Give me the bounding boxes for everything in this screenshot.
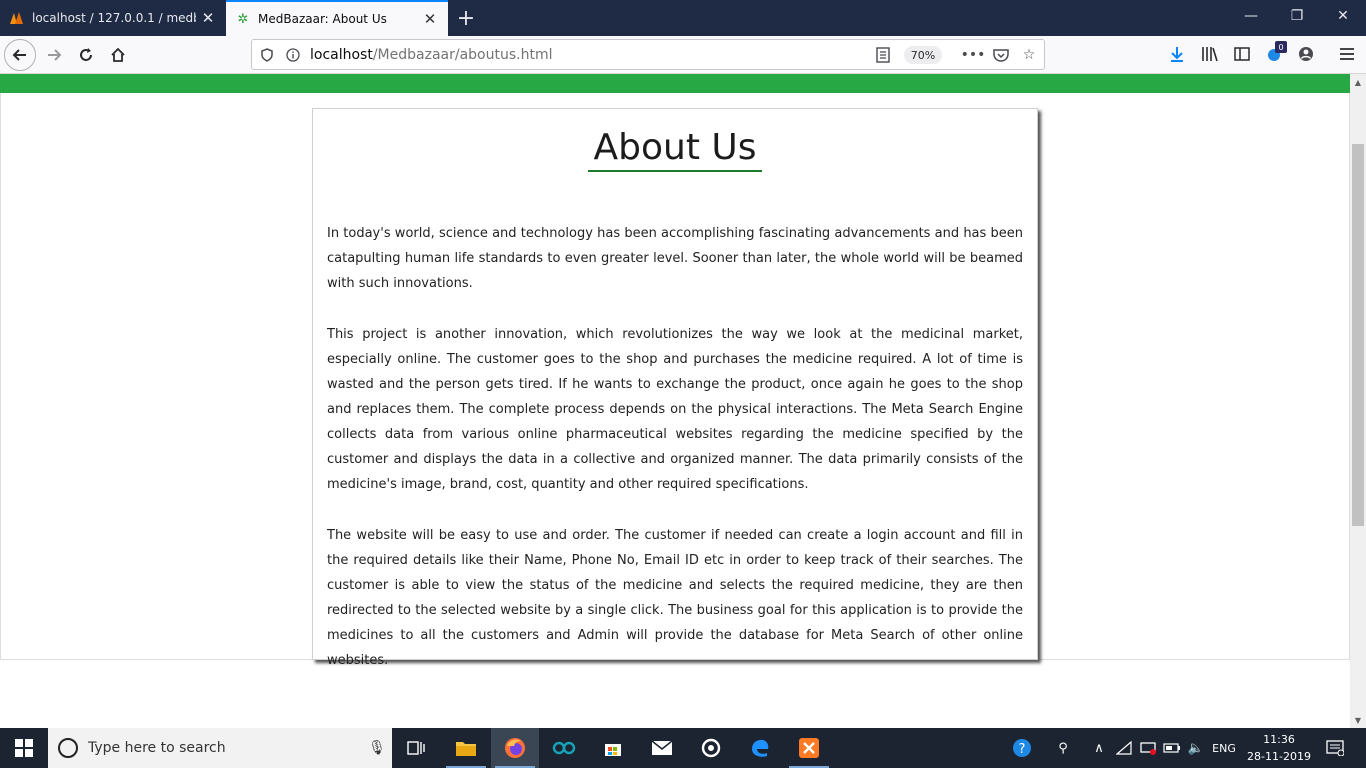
medbazaar-favicon: ✲: [237, 11, 249, 27]
battery-icon[interactable]: [1160, 728, 1184, 768]
close-window-button[interactable]: ✕: [1320, 0, 1366, 32]
scroll-down-arrow-icon[interactable]: ▼: [1350, 712, 1366, 728]
svg-text:?: ?: [1019, 742, 1026, 757]
new-tab-button[interactable]: +: [452, 4, 480, 32]
url-text[interactable]: localhost/Medbazaar/aboutus.html: [310, 47, 553, 63]
xampp-icon[interactable]: [785, 728, 833, 768]
sidebar-icon[interactable]: [1227, 39, 1257, 69]
account-icon[interactable]: [1291, 39, 1321, 69]
about-paragraph-2: This project is another innovation, whic…: [327, 327, 1023, 492]
url-host: localhost: [310, 46, 373, 63]
tab-phpmyadmin[interactable]: localhost / 127.0.0.1 / medbaza ✕: [0, 0, 226, 36]
extension-icon[interactable]: 0: [1259, 39, 1289, 69]
mail-icon[interactable]: [638, 728, 686, 768]
back-arrow-icon: [12, 49, 26, 61]
zoom-level-badge[interactable]: 70%: [904, 46, 942, 64]
windows-logo-icon: [15, 739, 33, 757]
start-button[interactable]: [0, 728, 48, 768]
cortana-icon: [58, 738, 78, 758]
home-button[interactable]: [102, 39, 134, 71]
library-icon[interactable]: [1195, 39, 1225, 69]
minimize-button[interactable]: —: [1228, 0, 1274, 32]
edge-browser-icon[interactable]: [736, 728, 784, 768]
heading-container: About Us: [313, 127, 1037, 172]
green-header-strip: [0, 74, 1350, 93]
arduino-icon[interactable]: [540, 728, 588, 768]
scrollbar-thumb[interactable]: [1352, 144, 1364, 526]
close-icon[interactable]: ✕: [418, 7, 442, 31]
language-indicator[interactable]: ENG: [1208, 728, 1240, 768]
about-card: About Us In today's world, science and t…: [312, 108, 1038, 668]
navigation-toolbar: localhost/Medbazaar/aboutus.html 70% •••…: [0, 36, 1366, 74]
taskbar-search-box[interactable]: Type here to search 🎙: [48, 728, 392, 768]
shield-icon[interactable]: [256, 47, 278, 62]
extension-badge: 0: [1275, 41, 1287, 53]
hamburger-menu-icon[interactable]: [1332, 39, 1362, 69]
system-clock[interactable]: 11:36 28-11-2019: [1244, 728, 1314, 768]
clock-time: 11:36: [1263, 733, 1295, 746]
scroll-up-arrow-icon[interactable]: ▲: [1350, 74, 1366, 90]
page-viewport: About Us In today's world, science and t…: [0, 74, 1350, 728]
tab-label: localhost / 127.0.0.1 / medbaza: [32, 11, 196, 25]
forward-button[interactable]: [38, 39, 70, 71]
reload-button[interactable]: [70, 39, 102, 71]
pocket-icon[interactable]: [990, 44, 1012, 66]
network-icon[interactable]: [1112, 728, 1136, 768]
media-player-icon[interactable]: [687, 728, 735, 768]
people-icon[interactable]: ⚲: [1050, 728, 1076, 768]
notifications-icon[interactable]: [1320, 728, 1350, 768]
url-path: /Medbazaar/aboutus.html: [372, 46, 553, 63]
vertical-scrollbar[interactable]: ▲ ▼: [1350, 74, 1366, 728]
home-icon: [111, 47, 125, 62]
reader-view-icon[interactable]: [872, 44, 894, 66]
browser-titlebar: localhost / 127.0.0.1 / medbaza ✕ ✲ MedB…: [0, 0, 1366, 36]
microsoft-store-icon[interactable]: [589, 728, 637, 768]
about-content: In today's world, science and technology…: [327, 221, 1023, 699]
tab-medbazaar-about[interactable]: ✲ MedBazaar: About Us ✕: [226, 0, 448, 36]
page-title: About Us: [587, 127, 763, 172]
phpmyadmin-sail-icon: [9, 10, 25, 26]
downloads-icon[interactable]: [1162, 39, 1192, 69]
clock-date: 28-11-2019: [1247, 750, 1311, 763]
volume-icon[interactable]: 🔈: [1184, 728, 1208, 768]
task-view-icon[interactable]: [392, 728, 440, 768]
file-explorer-icon[interactable]: [442, 728, 490, 768]
search-placeholder: Type here to search: [88, 740, 226, 756]
windows-taskbar: Type here to search 🎙 ? ⚲ ∧ 🔈 ENG 11:36 …: [0, 728, 1366, 768]
microphone-icon[interactable]: 🎙: [362, 740, 392, 756]
info-icon[interactable]: [282, 47, 304, 62]
back-button[interactable]: [4, 39, 36, 71]
about-paragraph-3: The website will be easy to use and orde…: [327, 528, 1023, 668]
firefox-icon[interactable]: [491, 728, 539, 768]
address-bar[interactable]: localhost/Medbazaar/aboutus.html 70% •••…: [251, 39, 1045, 70]
close-icon[interactable]: ✕: [196, 6, 220, 30]
forward-arrow-icon: [48, 49, 62, 61]
chevron-up-icon[interactable]: ∧: [1088, 728, 1110, 768]
display-icon[interactable]: [1136, 728, 1160, 768]
more-actions-icon[interactable]: •••: [961, 44, 986, 66]
restore-button[interactable]: ❐: [1274, 0, 1320, 32]
reload-icon: [80, 48, 92, 61]
bookmark-star-icon[interactable]: ☆: [1018, 44, 1040, 66]
tab-label: MedBazaar: About Us: [258, 12, 387, 26]
help-icon[interactable]: ?: [1008, 728, 1036, 768]
about-paragraph-1: In today's world, science and technology…: [327, 226, 1023, 291]
